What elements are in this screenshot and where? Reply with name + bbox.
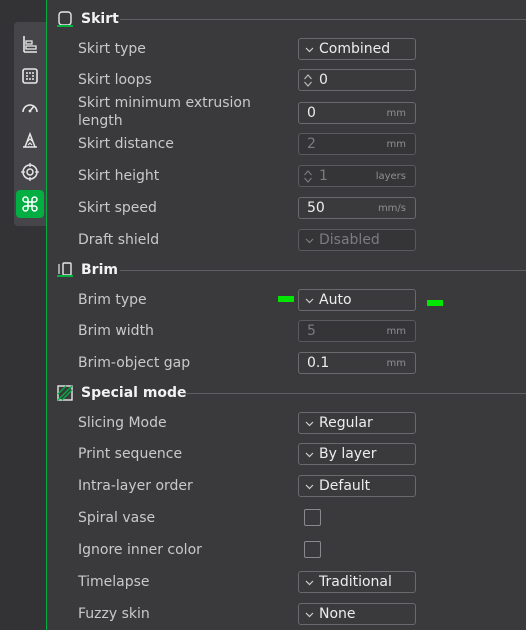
dropdown-value: Auto (319, 292, 352, 308)
input-value: 5 (307, 323, 316, 339)
section-divider (180, 393, 526, 394)
spinner-value: 1 (319, 168, 328, 184)
dropdown-value: None (319, 606, 356, 622)
setting-skirt-loops: Skirt loops 0 (0, 65, 526, 95)
spiral-vase-checkbox[interactable] (304, 509, 321, 526)
section-title: Special mode (81, 385, 187, 401)
intra-layer-order-dropdown[interactable]: Default (298, 475, 416, 497)
setting-label: Skirt height (78, 168, 160, 184)
setting-skirt-min-extrusion-length: Skirt minimum extrusion length 0 mm (0, 95, 526, 129)
input-value: 50 (307, 200, 325, 216)
skirt-loops-spinner[interactable]: 0 (298, 69, 416, 91)
chevron-down-icon (305, 298, 314, 304)
setting-fuzzy-skin: Fuzzy skin None (0, 599, 526, 629)
brim-object-gap-input[interactable]: 0.1 mm (298, 352, 416, 374)
section-special-mode: Special mode (56, 382, 526, 404)
setting-skirt-type: Skirt type Combined (0, 34, 526, 64)
dropdown-value: Traditional (319, 574, 392, 590)
setting-ignore-inner-color: Ignore inner color (0, 535, 526, 565)
setting-label: Draft shield (78, 232, 160, 248)
input-value: 2 (307, 136, 316, 152)
skirt-distance-input[interactable]: 2 mm (298, 133, 416, 155)
highlight-marker (278, 296, 294, 302)
unit-label: mm/s (377, 203, 406, 214)
setting-print-sequence: Print sequence By layer (0, 439, 526, 469)
section-divider (120, 19, 526, 20)
setting-label: Brim-object gap (78, 355, 191, 371)
setting-label: Skirt distance (78, 136, 174, 152)
setting-label: Fuzzy skin (78, 606, 150, 622)
setting-slicing-mode: Slicing Mode Regular (0, 408, 526, 438)
draft-shield-dropdown[interactable]: Disabled (298, 229, 416, 251)
chevron-down-icon (305, 421, 314, 427)
print-sequence-dropdown[interactable]: By layer (298, 443, 416, 465)
brim-type-dropdown[interactable]: Auto (298, 289, 416, 311)
timelapse-dropdown[interactable]: Traditional (298, 571, 416, 593)
chevron-down-icon (305, 238, 314, 244)
setting-spiral-vase: Spiral vase (0, 503, 526, 533)
setting-brim-object-gap: Brim-object gap 0.1 mm (0, 348, 526, 378)
dropdown-value: By layer (319, 446, 377, 462)
setting-label: Skirt type (78, 41, 146, 57)
section-skirt: Skirt (56, 8, 526, 30)
chevron-down-icon (305, 612, 314, 618)
section-title: Brim (81, 262, 118, 278)
setting-intra-layer-order: Intra-layer order Default (0, 471, 526, 501)
unit-label: mm (386, 108, 406, 119)
skirt-icon (57, 11, 73, 27)
setting-brim-type: Brim type Auto (0, 285, 526, 315)
setting-label: Skirt speed (78, 200, 157, 216)
ignore-inner-color-checkbox[interactable] (304, 541, 321, 558)
dropdown-value: Default (319, 478, 371, 494)
setting-label: Spiral vase (78, 510, 156, 526)
setting-label: Brim width (78, 323, 154, 339)
spinner-arrows-icon[interactable] (303, 73, 313, 88)
chevron-down-icon (305, 484, 314, 490)
chevron-down-icon (305, 452, 314, 458)
brim-icon (57, 262, 73, 277)
fuzzy-skin-dropdown[interactable]: None (298, 603, 416, 625)
unit-label: mm (386, 139, 406, 150)
special-mode-icon (57, 385, 73, 401)
skirt-speed-input[interactable]: 50 mm/s (298, 197, 416, 219)
skirt-height-spinner[interactable]: 1 layers (298, 165, 416, 187)
setting-label: Intra-layer order (78, 478, 193, 494)
spinner-arrows-icon[interactable] (303, 169, 313, 184)
section-title: Skirt (81, 11, 119, 27)
setting-skirt-speed: Skirt speed 50 mm/s (0, 193, 526, 223)
setting-label: Brim type (78, 292, 147, 308)
section-brim: Brim (56, 259, 526, 281)
setting-label: Ignore inner color (78, 542, 202, 558)
spinner-value: 0 (319, 72, 328, 88)
setting-timelapse: Timelapse Traditional (0, 567, 526, 597)
skirt-type-dropdown[interactable]: Combined (298, 38, 416, 60)
unit-label: mm (386, 326, 406, 337)
slicing-mode-dropdown[interactable]: Regular (298, 412, 416, 434)
chevron-down-icon (305, 47, 314, 53)
unit-label: mm (386, 358, 406, 369)
input-value: 0 (307, 105, 316, 121)
section-divider (120, 270, 526, 271)
dropdown-value: Disabled (319, 232, 380, 248)
highlight-marker (427, 300, 443, 306)
setting-skirt-distance: Skirt distance 2 mm (0, 129, 526, 159)
setting-label: Timelapse (78, 574, 150, 590)
skirt-min-extrusion-input[interactable]: 0 mm (298, 102, 416, 124)
setting-brim-width: Brim width 5 mm (0, 316, 526, 346)
setting-label: Slicing Mode (78, 415, 167, 431)
chevron-down-icon (305, 580, 314, 586)
dropdown-value: Combined (319, 41, 391, 57)
dropdown-value: Regular (319, 415, 373, 431)
brim-width-input[interactable]: 5 mm (298, 320, 416, 342)
setting-label: Skirt loops (78, 72, 152, 88)
setting-skirt-height: Skirt height 1 layers (0, 161, 526, 191)
input-value: 0.1 (307, 355, 330, 371)
setting-label: Print sequence (78, 446, 183, 462)
setting-label: Skirt minimum extrusion length (78, 95, 251, 129)
unit-label: layers (375, 171, 406, 182)
setting-draft-shield: Draft shield Disabled (0, 225, 526, 255)
